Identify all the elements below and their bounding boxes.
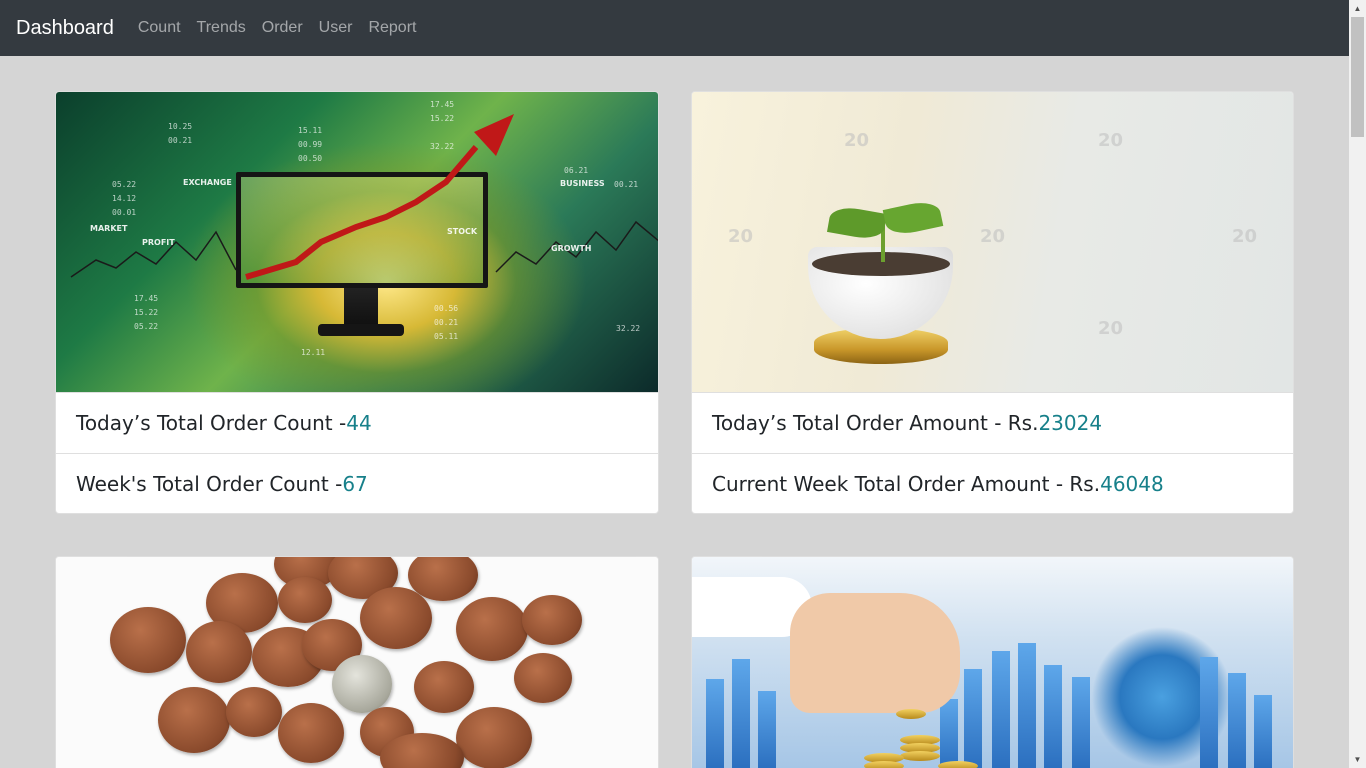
todays-order-amount-value: 23024: [1038, 411, 1103, 435]
nav-link-report[interactable]: Report: [360, 0, 424, 56]
watermark-logo: 20: [980, 226, 1006, 247]
week-order-amount-row: Current Week Total Order Amount - Rs. 46…: [692, 453, 1293, 513]
watermark-logo: 20: [844, 130, 870, 151]
stock-number: 05.22: [134, 322, 159, 331]
stock-number: 10.25: [168, 122, 193, 131]
todays-order-amount-row: Today’s Total Order Amount - Rs. 23024: [692, 392, 1293, 453]
plant-in-eggshell-image: 20 20 20 20 20 20: [692, 92, 1293, 392]
stock-number: 00.21: [168, 136, 193, 145]
week-order-amount-label: Current Week Total Order Amount - Rs.: [712, 472, 1101, 496]
stock-number: 15.22: [134, 308, 159, 317]
stock-number: 00.99: [298, 140, 323, 149]
stock-number: 00.01: [112, 208, 137, 217]
watermark-logo: 20: [728, 226, 754, 247]
stock-number: 32.22: [616, 324, 641, 333]
plant-leaf: [882, 198, 944, 238]
pile-of-coins-image: [56, 557, 658, 768]
stock-number: 00.21: [434, 318, 459, 327]
hand: [790, 593, 960, 713]
stock-word: EXCHANGE: [183, 178, 232, 187]
stock-number: 15.11: [298, 126, 323, 135]
stock-number: 06.21: [564, 166, 589, 175]
todays-order-count-row: Today’s Total Order Count - 44: [56, 392, 658, 453]
stock-number: 14.12: [112, 194, 137, 203]
week-order-count-value: 67: [342, 472, 368, 496]
stock-number: 32.22: [430, 142, 455, 151]
nav-link-user[interactable]: User: [311, 0, 361, 56]
stock-number: 00.56: [434, 304, 459, 313]
plant-leaf: [826, 204, 888, 242]
stock-number: 05.11: [434, 332, 459, 341]
nav-link-order[interactable]: Order: [254, 0, 311, 56]
brand-link[interactable]: Dashboard: [16, 0, 114, 56]
stock-market-monitor-image: EXCHANGE MARKET PROFIT STOCK BUSINESS GR…: [56, 92, 658, 392]
stock-word: BUSINESS: [560, 179, 605, 188]
watermark-logo: 20: [1098, 318, 1124, 339]
stock-number: 05.22: [112, 180, 137, 189]
vertical-scrollbar[interactable]: ▲ ▼: [1349, 0, 1366, 768]
stock-word: MARKET: [90, 224, 128, 233]
stock-number: 15.22: [430, 114, 455, 123]
investment-card: [691, 556, 1294, 768]
stock-number: 12.11: [301, 348, 326, 357]
todays-order-amount-label: Today’s Total Order Amount - Rs.: [712, 411, 1039, 435]
nav-link-count[interactable]: Count: [130, 0, 189, 56]
order-count-card: EXCHANGE MARKET PROFIT STOCK BUSINESS GR…: [55, 91, 659, 514]
watermark-logo: 20: [1232, 226, 1258, 247]
scroll-thumb[interactable]: [1351, 17, 1364, 137]
stock-number: 17.45: [134, 294, 159, 303]
stock-number: 00.50: [298, 154, 323, 163]
week-order-count-row: Week's Total Order Count - 67: [56, 453, 658, 513]
stock-word: STOCK: [447, 227, 478, 236]
stock-word: GROWTH: [551, 244, 592, 253]
top-navbar: Dashboard Count Trends Order User Report: [0, 0, 1349, 56]
order-amount-card: 20 20 20 20 20 20 Today’s Total Order Am…: [691, 91, 1294, 514]
stock-word: PROFIT: [142, 238, 175, 247]
watermark-logo: 20: [1098, 130, 1124, 151]
hand-stacking-coins-image: [692, 557, 1293, 768]
week-order-amount-value: 46048: [1100, 472, 1164, 496]
todays-order-count-label: Today’s Total Order Count -: [76, 411, 347, 435]
coins-card: [55, 556, 659, 768]
scroll-down-arrow-icon[interactable]: ▼: [1349, 751, 1366, 768]
stock-number: 00.21: [614, 180, 639, 189]
stock-number: 17.45: [430, 100, 455, 109]
week-order-count-label: Week's Total Order Count -: [76, 472, 343, 496]
nav-link-trends[interactable]: Trends: [189, 0, 254, 56]
scroll-up-arrow-icon[interactable]: ▲: [1349, 0, 1366, 17]
todays-order-count-value: 44: [346, 411, 372, 435]
